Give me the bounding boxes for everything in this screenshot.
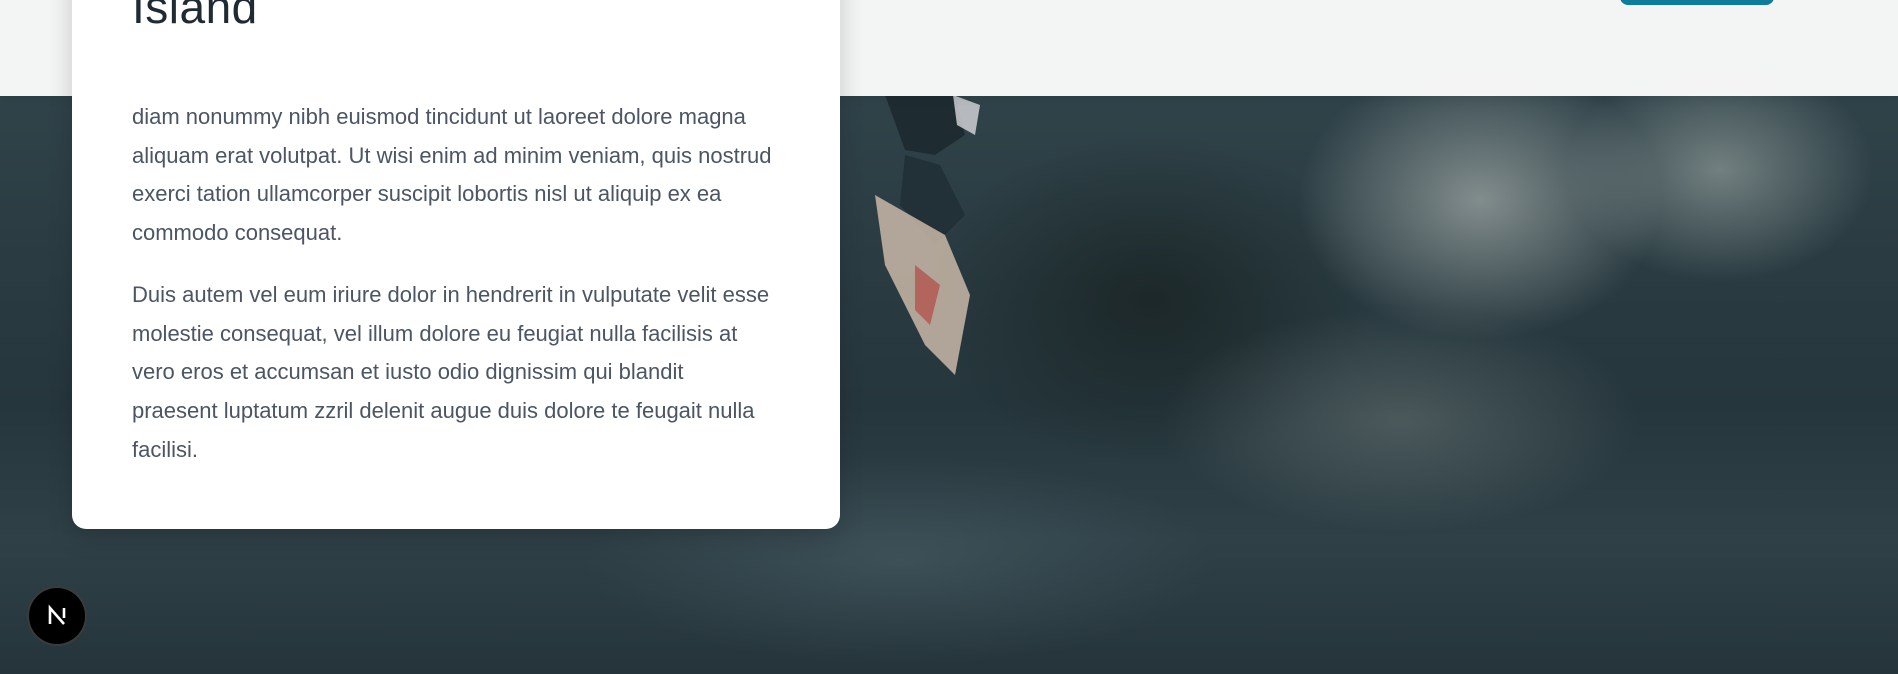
info-card: Island diam nonummy nibh euismod tincidu… [72,0,840,529]
nextjs-dev-badge[interactable] [29,588,85,644]
surfer-figure [875,95,980,375]
header-cta-button[interactable] [1620,0,1774,5]
card-title: Island [132,0,258,33]
card-paragraph-1: diam nonummy nibh euismod tincidunt ut l… [132,104,772,246]
card-paragraph-2: Duis autem vel eum iriure dolor in hendr… [132,282,770,462]
nextjs-icon [48,604,66,625]
